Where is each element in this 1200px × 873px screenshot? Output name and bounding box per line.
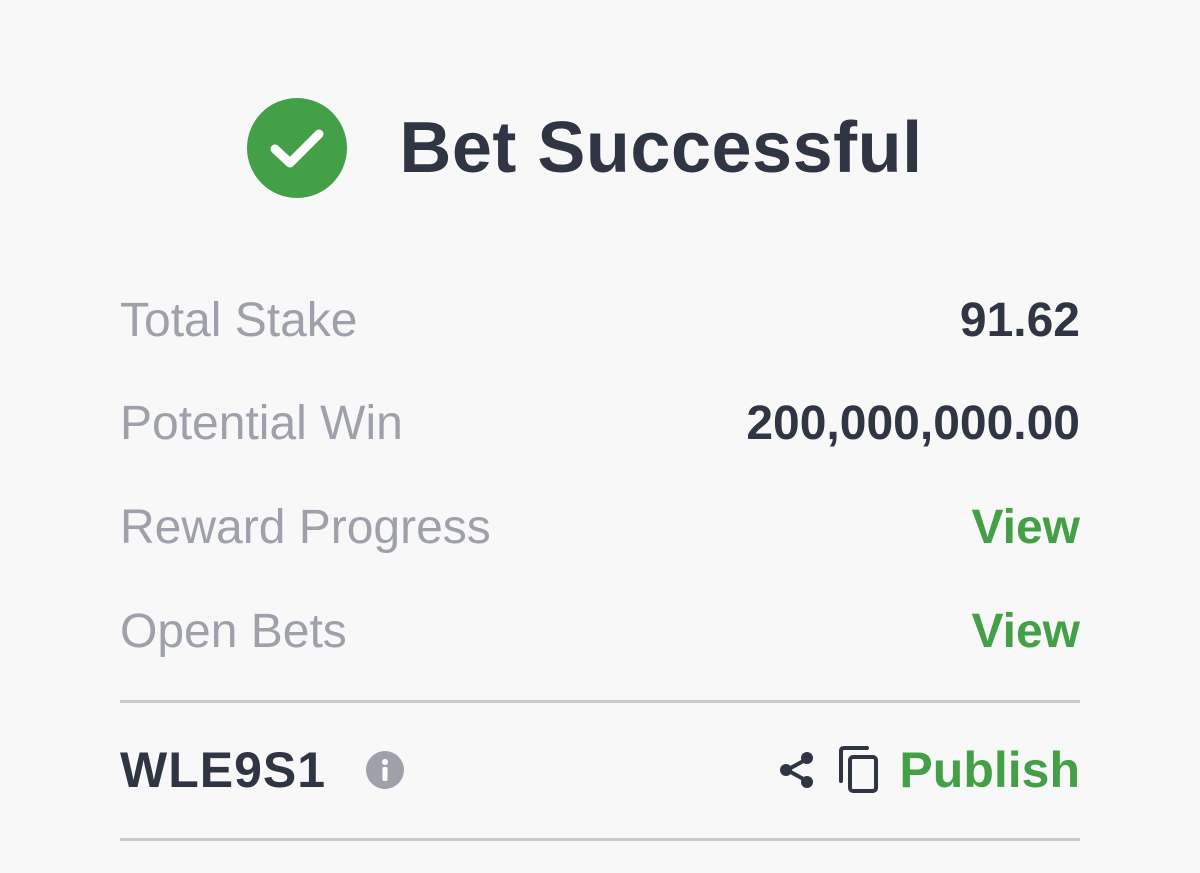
- open-bets-label: Open Bets: [120, 604, 347, 658]
- booking-code-group: WLE9S1: [120, 741, 405, 799]
- potential-win-row: Potential Win 200,000,000.00: [120, 383, 1080, 463]
- open-bets-view-link[interactable]: View: [971, 604, 1080, 659]
- publish-button[interactable]: Publish: [899, 741, 1080, 799]
- total-stake-value: 91.62: [959, 293, 1080, 347]
- booking-code: WLE9S1: [120, 742, 327, 798]
- copy-icon[interactable]: [837, 745, 881, 795]
- booking-actions: Publish: [775, 741, 1080, 799]
- check-circle-icon: [247, 98, 348, 198]
- divider-bottom: [120, 838, 1080, 841]
- total-stake-label: Total Stake: [120, 293, 358, 347]
- confirmation-header: Bet Successful: [0, 96, 1200, 200]
- reward-progress-view-link[interactable]: View: [971, 500, 1080, 555]
- booking-code-row: WLE9S1 Publish: [120, 730, 1080, 810]
- info-icon[interactable]: [366, 751, 405, 789]
- total-stake-row: Total Stake 91.62: [120, 280, 1080, 360]
- bet-confirmation-panel: Bet Successful Total Stake 91.62 Potenti…: [0, 0, 1200, 873]
- reward-progress-label: Reward Progress: [120, 500, 491, 554]
- potential-win-label: Potential Win: [120, 396, 403, 450]
- page-title: Bet Successful: [399, 108, 923, 188]
- open-bets-row: Open Bets View: [120, 591, 1080, 671]
- potential-win-value: 200,000,000.00: [746, 396, 1080, 450]
- reward-progress-row: Reward Progress View: [120, 487, 1080, 567]
- share-icon[interactable]: [775, 748, 819, 792]
- divider-top: [120, 700, 1080, 703]
